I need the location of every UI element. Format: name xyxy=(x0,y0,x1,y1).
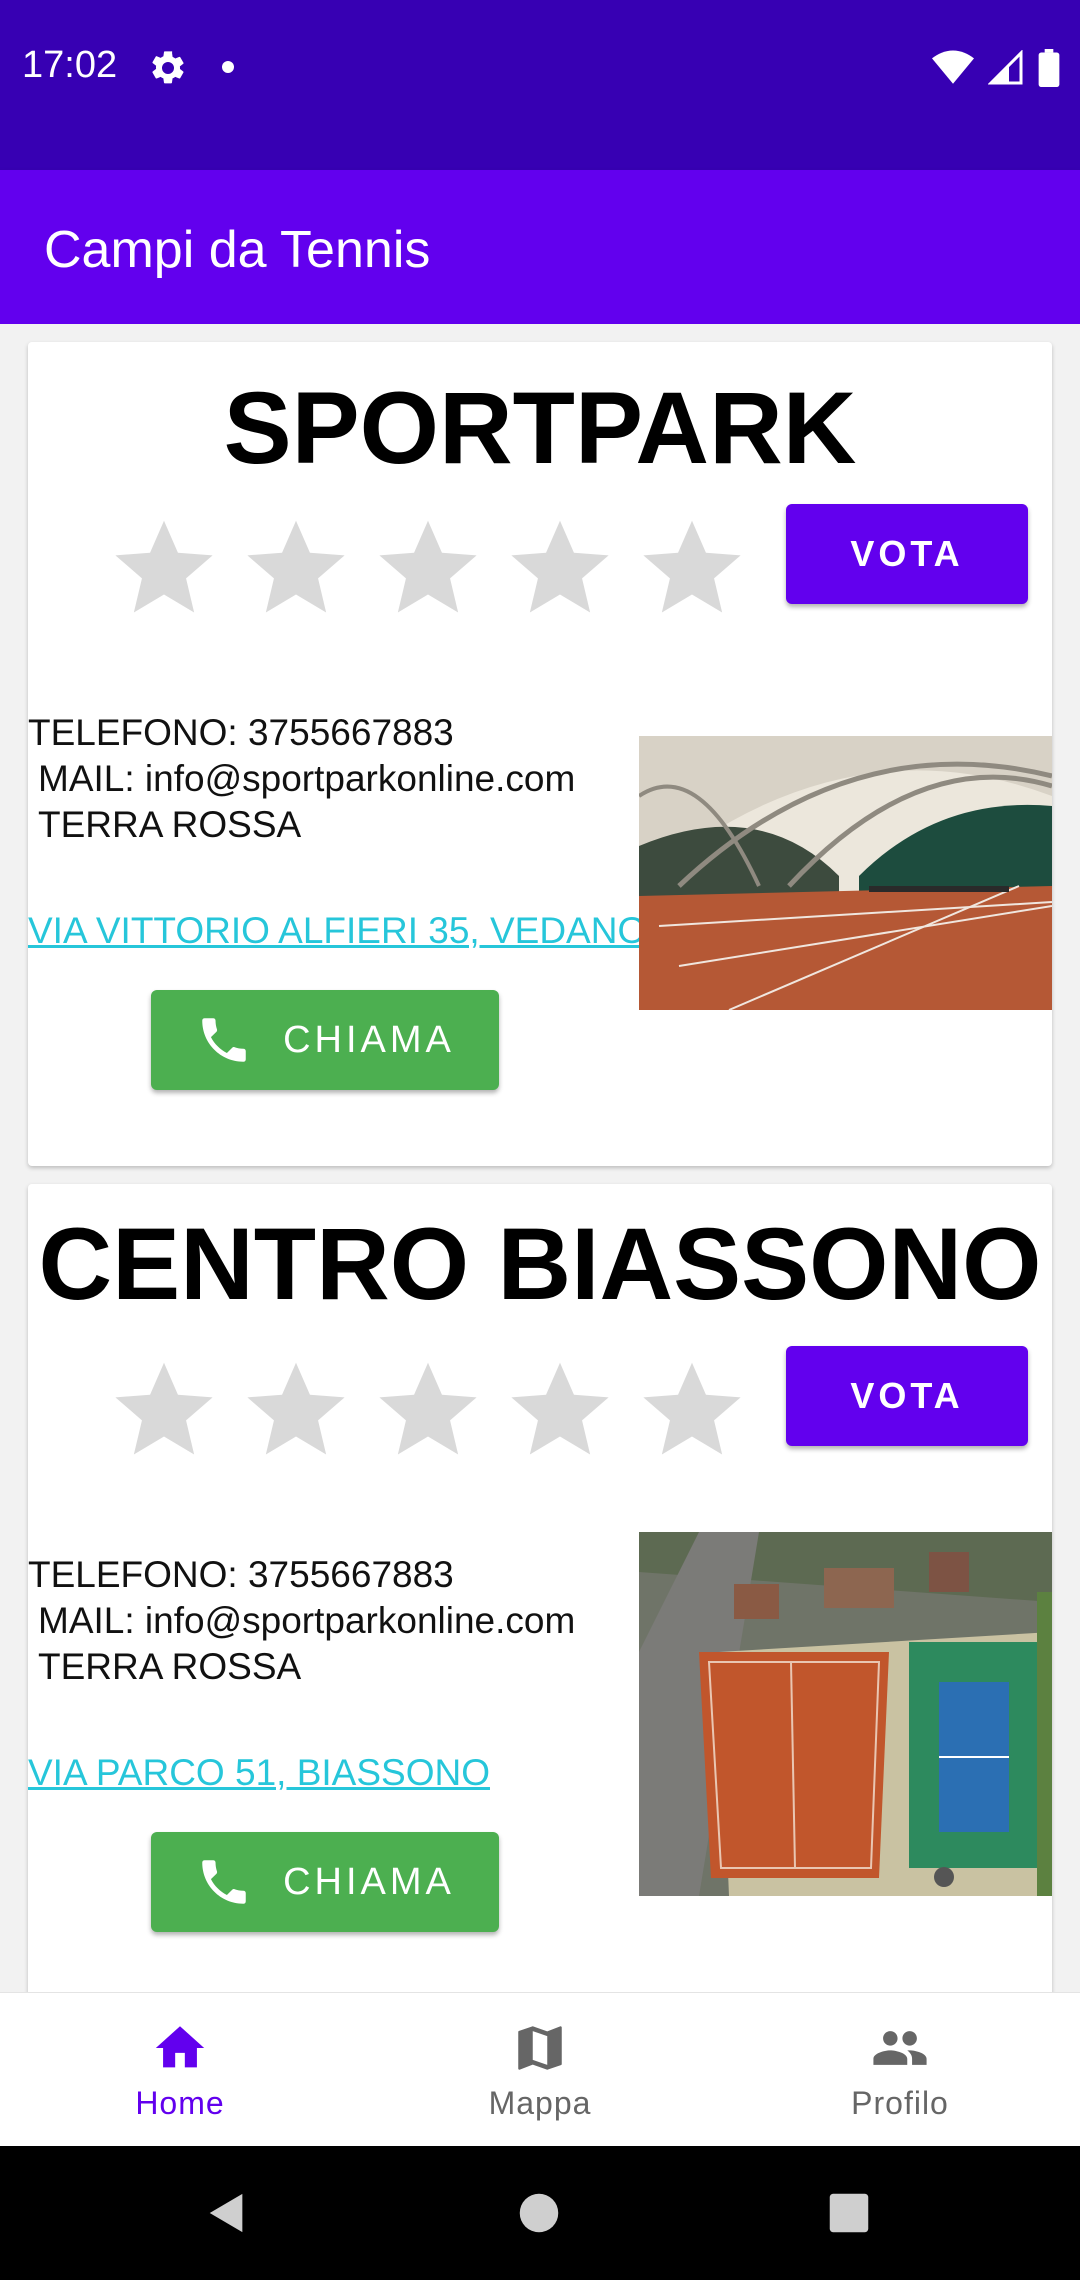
indoor-clay-court-photo xyxy=(639,736,1052,1010)
star-icon[interactable] xyxy=(374,1356,482,1464)
page-title: Campi da Tennis xyxy=(44,221,431,279)
battery-icon xyxy=(1038,49,1060,87)
status-bar: 17:02 xyxy=(0,0,1080,170)
vote-button[interactable]: VOTA xyxy=(786,1346,1028,1446)
court-info: TELEFONO: 3755667883 MAIL: info@sportpar… xyxy=(28,1552,575,1690)
back-icon[interactable] xyxy=(204,2190,250,2236)
star-icon[interactable] xyxy=(506,514,614,622)
notification-dot-icon xyxy=(222,61,234,73)
phone-icon xyxy=(202,1018,246,1062)
courts-list[interactable]: SPORTPARK VOTA TELEFONO: 3755667883 MAIL… xyxy=(0,324,1080,1992)
bottom-navigation: Home Mappa Profilo xyxy=(0,1992,1080,2146)
phone-text: TELEFONO: 3755667883 xyxy=(28,1554,454,1595)
signal-icon xyxy=(988,50,1023,85)
address-link[interactable]: VIA VITTORIO ALFIERI 35, VEDANO xyxy=(28,910,646,952)
nav-item-home[interactable]: Home xyxy=(0,1993,360,2146)
nav-label-mappa: Mappa xyxy=(488,2085,592,2121)
nav-item-mappa[interactable]: Mappa xyxy=(360,1993,720,2146)
settings-icon xyxy=(152,51,184,84)
court-info: TELEFONO: 3755667883 MAIL: info@sportpar… xyxy=(28,710,575,848)
call-button[interactable]: CHIAMA xyxy=(151,1832,499,1932)
surface-text: TERRA ROSSA xyxy=(38,804,302,845)
court-photo xyxy=(639,1532,1052,1896)
star-icon[interactable] xyxy=(110,1356,218,1464)
call-button-label: CHIAMA xyxy=(283,1860,455,1903)
star-icon[interactable] xyxy=(242,514,350,622)
wifi-icon xyxy=(932,50,974,84)
surface-text: TERRA ROSSA xyxy=(38,1646,302,1687)
mail-text: MAIL: info@sportparkonline.com xyxy=(38,1600,576,1641)
call-button[interactable]: CHIAMA xyxy=(151,990,499,1090)
nav-label-profilo: Profilo xyxy=(851,2085,949,2121)
nav-item-profilo[interactable]: Profilo xyxy=(720,1993,1080,2146)
star-icon[interactable] xyxy=(110,514,218,622)
phone-icon xyxy=(202,1860,246,1904)
court-card: SPORTPARK VOTA TELEFONO: 3755667883 MAIL… xyxy=(28,342,1052,1166)
mail-text: MAIL: info@sportparkonline.com xyxy=(38,758,576,799)
rating-bar[interactable] xyxy=(110,514,746,622)
home-circle-icon[interactable] xyxy=(518,2192,560,2234)
app-bar: Campi da Tennis xyxy=(0,170,1080,324)
map-icon xyxy=(518,2026,562,2070)
status-time: 17:02 xyxy=(22,44,118,86)
star-icon[interactable] xyxy=(374,514,482,622)
phone-text: TELEFONO: 3755667883 xyxy=(28,712,454,753)
nav-label-home: Home xyxy=(135,2085,225,2121)
star-icon[interactable] xyxy=(242,1356,350,1464)
star-icon[interactable] xyxy=(638,1356,746,1464)
star-icon[interactable] xyxy=(506,1356,614,1464)
court-name: CENTRO BIASSONO xyxy=(38,1207,1042,1321)
court-card: CENTRO BIASSONO VOTA TELEFONO: 375566788… xyxy=(28,1184,1052,1992)
recents-icon[interactable] xyxy=(828,2192,870,2234)
court-photo xyxy=(639,736,1052,1010)
rating-bar[interactable] xyxy=(110,1356,746,1464)
system-navigation-bar xyxy=(0,2146,1080,2280)
status-icons xyxy=(932,48,1060,88)
star-icon[interactable] xyxy=(638,514,746,622)
home-icon xyxy=(155,2026,205,2068)
aerial-courts-photo xyxy=(639,1532,1052,1896)
vote-button[interactable]: VOTA xyxy=(786,504,1028,604)
court-name: SPORTPARK xyxy=(223,371,857,485)
address-link[interactable]: VIA PARCO 51, BIASSONO xyxy=(28,1752,490,1794)
call-button-label: CHIAMA xyxy=(283,1018,455,1061)
people-icon xyxy=(873,2031,927,2065)
